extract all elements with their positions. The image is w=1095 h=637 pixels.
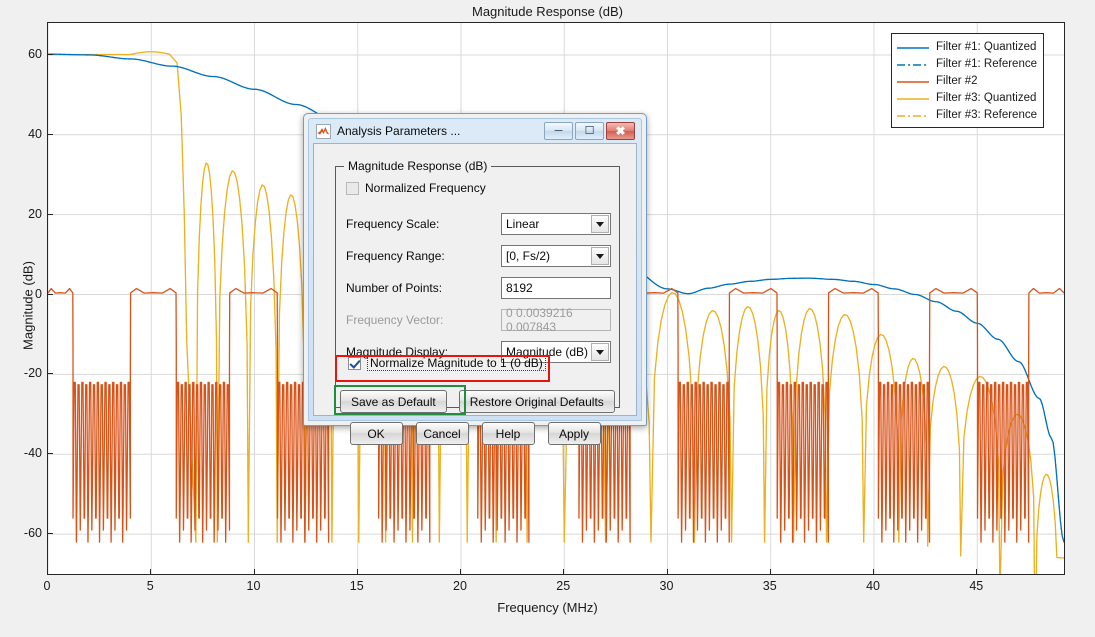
- field-label: Frequency Range:: [346, 249, 501, 263]
- legend-swatch: [896, 75, 930, 87]
- y-tick-mark: [47, 533, 53, 534]
- legend-item[interactable]: Filter #2: [896, 72, 1037, 89]
- x-tick-label: 25: [556, 579, 570, 593]
- y-tick-mark: [47, 134, 53, 135]
- dropdown-select[interactable]: Linear: [501, 213, 611, 235]
- field-row: Number of Points: 8192: [346, 277, 611, 299]
- dropdown-select[interactable]: [0, Fs/2): [501, 245, 611, 267]
- page-title: Magnitude Response (dB): [0, 4, 1095, 19]
- matlab-icon: [316, 124, 331, 139]
- dialog-title-bar[interactable]: Analysis Parameters ... ─ ☐ ✖: [313, 119, 637, 143]
- y-tick-mark: [47, 214, 53, 215]
- y-tick-mark: [47, 54, 53, 55]
- x-tick-label: 20: [453, 579, 467, 593]
- y-tick-mark: [47, 294, 53, 295]
- x-tick-mark: [667, 569, 668, 575]
- x-tick-mark: [460, 569, 461, 575]
- x-tick-label: 15: [350, 579, 364, 593]
- text-input[interactable]: 8192: [501, 277, 611, 299]
- field-label: Frequency Scale:: [346, 217, 501, 231]
- y-tick-label: 60: [2, 47, 42, 61]
- maximize-icon[interactable]: ☐: [575, 122, 604, 140]
- group-box-label: Magnitude Response (dB): [344, 159, 491, 173]
- y-axis-label: Magnitude (dB): [21, 216, 36, 396]
- normalize-magnitude-row[interactable]: Normalize Magnitude to 1 (0 dB): [348, 355, 546, 371]
- text-input: 0 0.0039216 0.007843: [501, 309, 611, 331]
- maximize-glyph: ☐: [585, 126, 595, 137]
- x-tick-mark: [357, 569, 358, 575]
- field-value: 0 0.0039216 0.007843: [506, 306, 610, 334]
- legend-label: Filter #1: Reference: [936, 58, 1037, 70]
- legend-swatch: [896, 92, 930, 104]
- y-tick-label: -40: [2, 446, 42, 460]
- restore-original-defaults-button[interactable]: Restore Original Defaults: [459, 390, 615, 413]
- field-label: Number of Points:: [346, 281, 501, 295]
- field-value: Linear: [506, 217, 539, 231]
- y-tick-mark: [47, 373, 53, 374]
- normalized-frequency-row[interactable]: Normalized Frequency: [346, 181, 486, 195]
- analysis-parameters-dialog[interactable]: Analysis Parameters ... ─ ☐ ✖ Magnitude …: [303, 113, 647, 426]
- field-row: Frequency Vector: 0 0.0039216 0.007843: [346, 309, 611, 331]
- chevron-down-icon[interactable]: [591, 215, 609, 233]
- x-tick-mark: [976, 569, 977, 575]
- chevron-down-icon[interactable]: [591, 343, 609, 361]
- field-label: Frequency Vector:: [346, 313, 501, 327]
- y-tick-mark: [47, 453, 53, 454]
- normalized-frequency-label: Normalized Frequency: [365, 181, 486, 195]
- dialog-body: Magnitude Response (dB) Normalized Frequ…: [313, 143, 637, 416]
- help-button[interactable]: Help: [482, 422, 535, 445]
- normalize-magnitude-label: Normalize Magnitude to 1 (0 dB): [367, 355, 546, 371]
- field-value: 8192: [506, 281, 533, 295]
- field-row: Frequency Range: [0, Fs/2): [346, 245, 611, 267]
- action-button-row: OK Cancel Help Apply: [314, 422, 636, 445]
- x-tick-label: 35: [763, 579, 777, 593]
- normalize-magnitude-checkbox[interactable]: [348, 357, 361, 370]
- cancel-button[interactable]: Cancel: [416, 422, 469, 445]
- magnitude-response-group: Magnitude Response (dB) Normalized Frequ…: [335, 166, 620, 408]
- legend-item[interactable]: Filter #3: Quantized: [896, 89, 1037, 106]
- x-tick-label: 10: [247, 579, 261, 593]
- legend-item[interactable]: Filter #3: Reference: [896, 106, 1037, 123]
- x-tick-label: 40: [866, 579, 880, 593]
- y-tick-label: 40: [2, 127, 42, 141]
- legend-item[interactable]: Filter #1: Reference: [896, 55, 1037, 72]
- field-row: Frequency Scale: Linear: [346, 213, 611, 235]
- legend-swatch: [896, 41, 930, 53]
- normalized-frequency-checkbox[interactable]: [346, 182, 359, 195]
- x-tick-mark: [563, 569, 564, 575]
- save-as-default-button[interactable]: Save as Default: [340, 390, 447, 413]
- legend-label: Filter #1: Quantized: [936, 41, 1036, 53]
- dialog-frame: Analysis Parameters ... ─ ☐ ✖ Magnitude …: [308, 118, 642, 421]
- x-tick-label: 30: [660, 579, 674, 593]
- minimize-glyph: ─: [555, 126, 563, 137]
- figure-window: Magnitude Response (dB) 6040200-20-40-60…: [0, 0, 1095, 637]
- x-tick-mark: [150, 569, 151, 575]
- legend-swatch: [896, 109, 930, 121]
- x-tick-mark: [770, 569, 771, 575]
- legend-swatch: [896, 58, 930, 70]
- x-tick-label: 5: [147, 579, 154, 593]
- x-tick-label: 0: [44, 579, 51, 593]
- field-value: [0, Fs/2): [506, 249, 550, 263]
- close-glyph: ✖: [615, 125, 625, 137]
- ok-button[interactable]: OK: [350, 422, 403, 445]
- x-tick-mark: [47, 569, 48, 575]
- legend-label: Filter #3: Reference: [936, 109, 1037, 121]
- y-tick-label: -60: [2, 526, 42, 540]
- x-axis-label: Frequency (MHz): [0, 600, 1095, 615]
- chevron-down-icon[interactable]: [591, 247, 609, 265]
- x-tick-mark: [873, 569, 874, 575]
- legend-label: Filter #3: Quantized: [936, 92, 1036, 104]
- legend[interactable]: Filter #1: Quantized Filter #1: Reference…: [891, 33, 1044, 128]
- legend-label: Filter #2: [936, 75, 978, 87]
- minimize-icon[interactable]: ─: [544, 122, 573, 140]
- dialog-title: Analysis Parameters ...: [337, 124, 542, 138]
- defaults-button-row: Save as Default Restore Original Default…: [340, 390, 615, 413]
- apply-button[interactable]: Apply: [548, 422, 601, 445]
- x-tick-label: 45: [969, 579, 983, 593]
- close-icon[interactable]: ✖: [606, 122, 635, 140]
- legend-item[interactable]: Filter #1: Quantized: [896, 38, 1037, 55]
- x-tick-mark: [254, 569, 255, 575]
